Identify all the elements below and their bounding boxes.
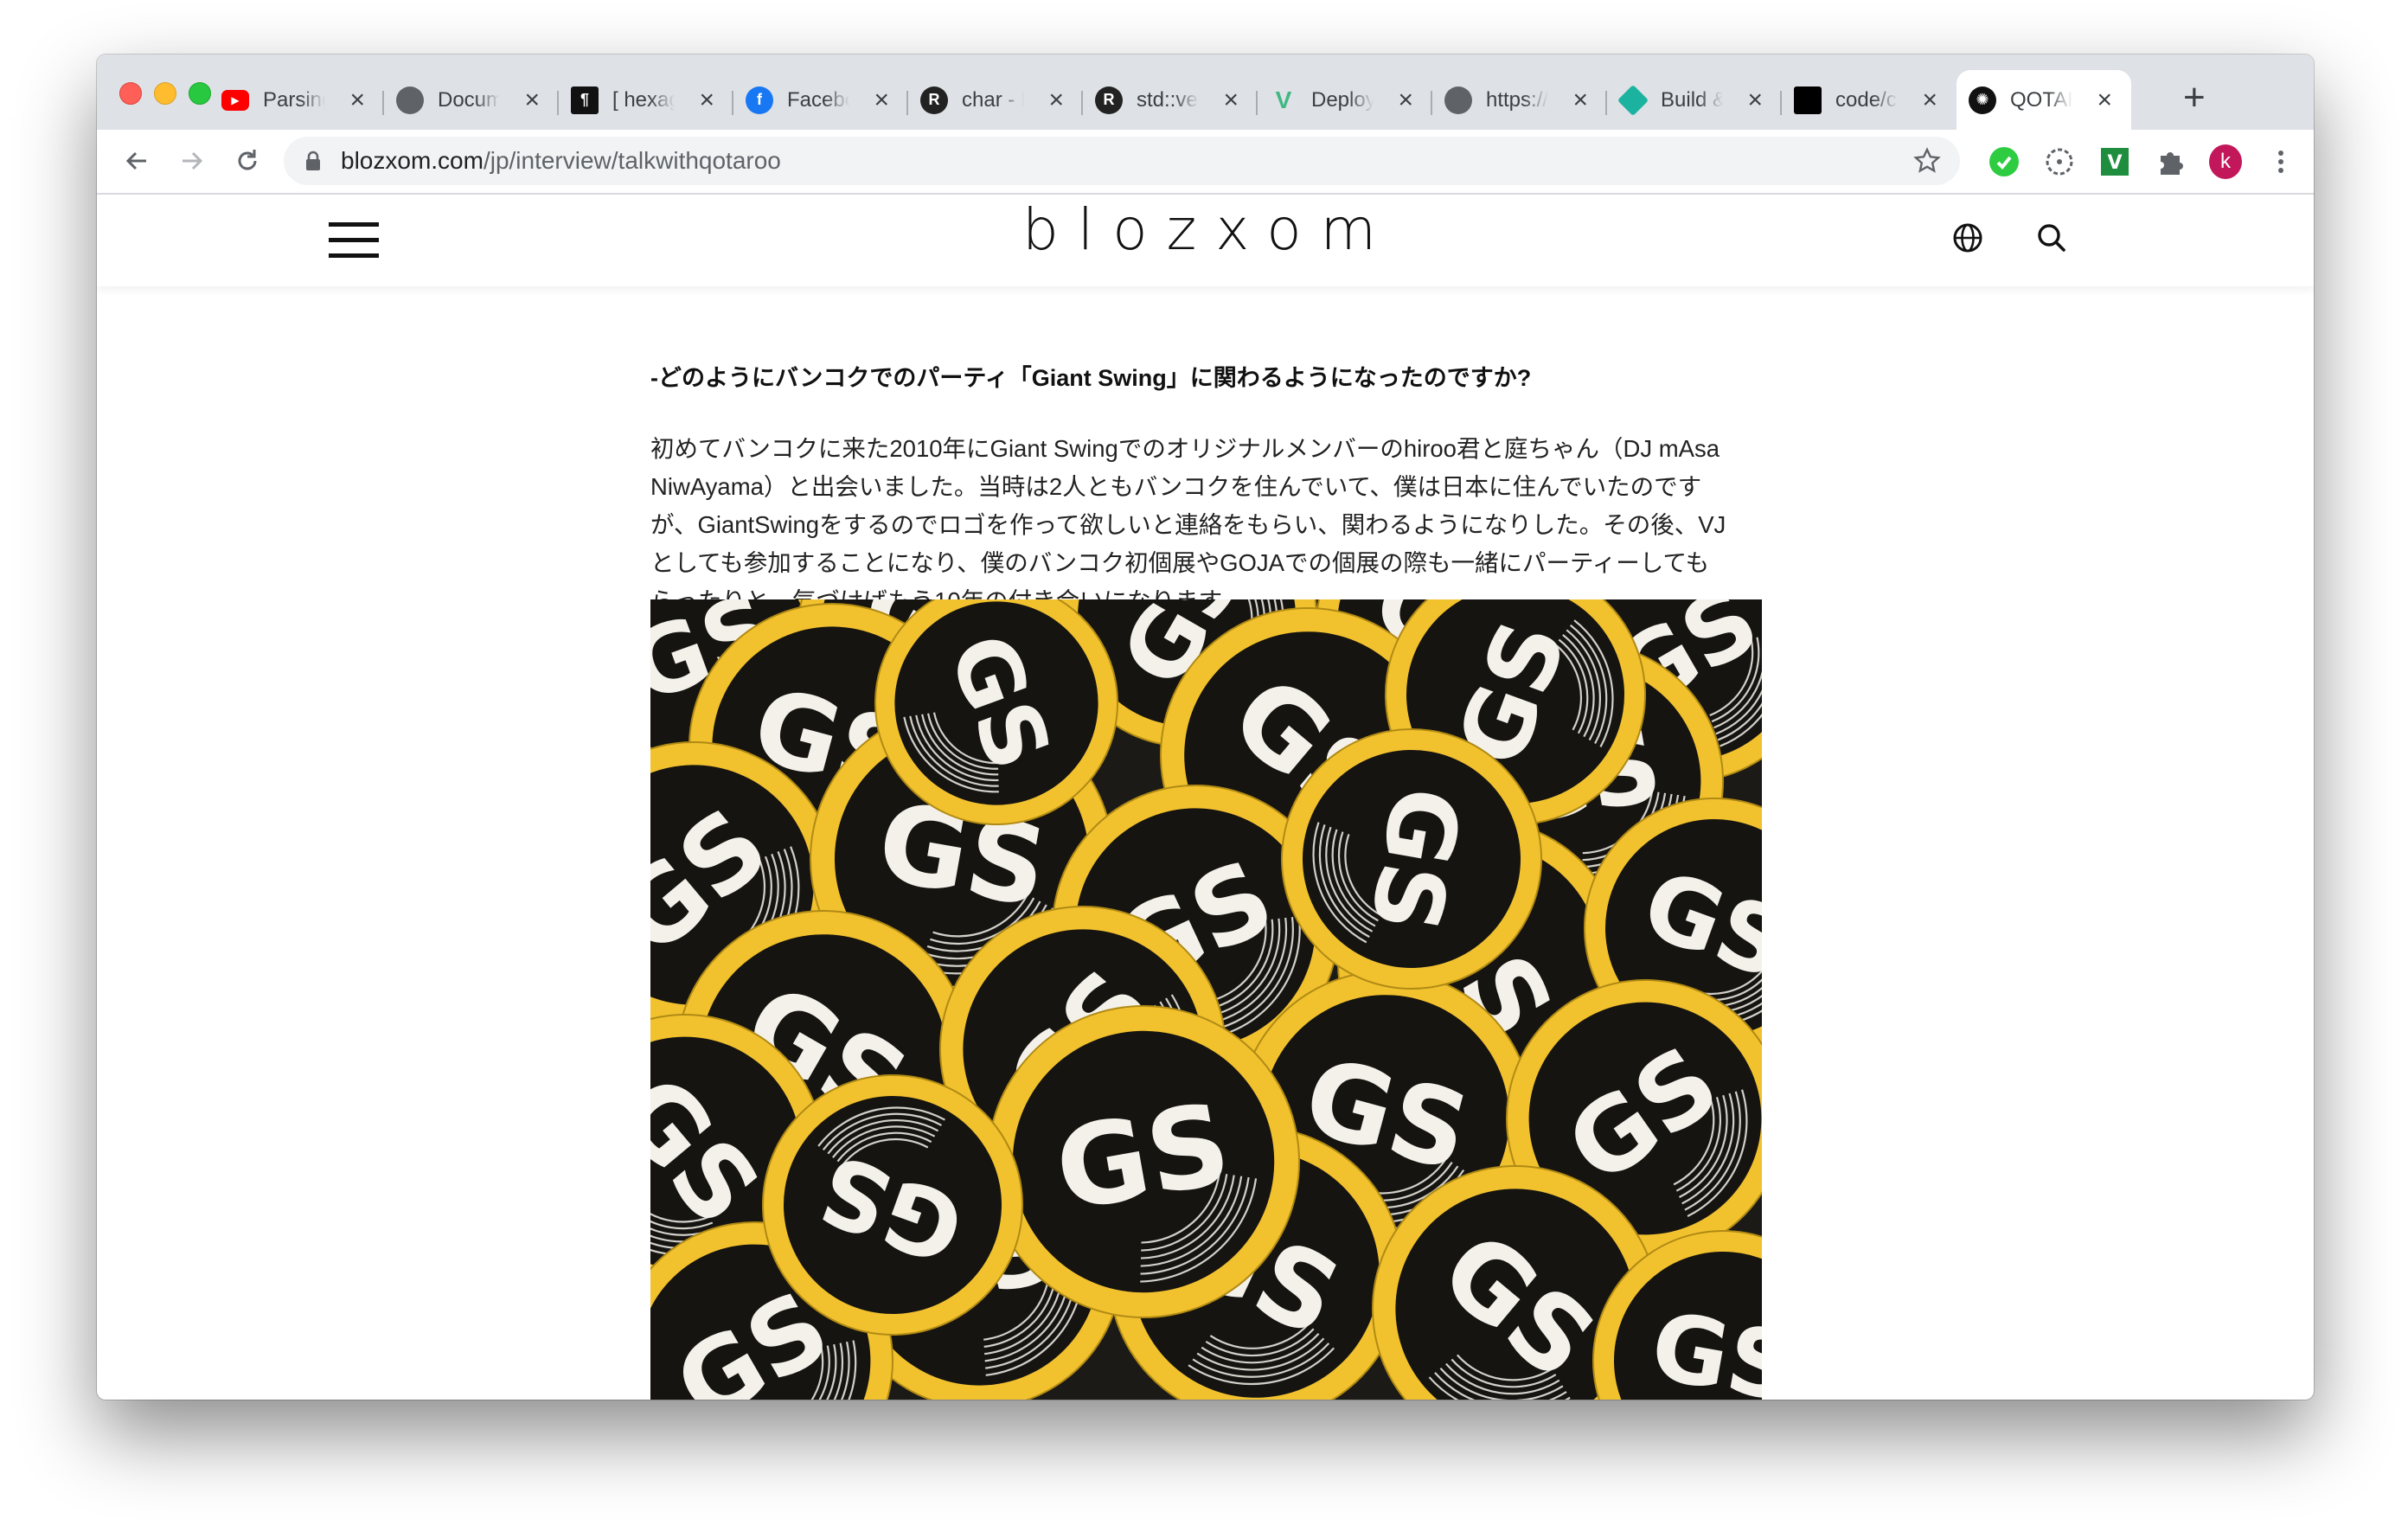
profile-avatar[interactable]: k <box>2209 144 2242 179</box>
tab-title: std::vec - Rust <box>1137 87 1199 112</box>
sticker-label: GS <box>1643 1292 1762 1400</box>
youtube-icon: ▶ <box>221 89 249 111</box>
square-icon <box>1794 86 1822 114</box>
url-text: blozxom.com/jp/interview/talkwithqotaroo <box>341 147 781 175</box>
reload-icon <box>238 150 257 170</box>
rust-icon: R <box>1095 86 1123 114</box>
globe-icon <box>1444 86 1472 114</box>
interview-answer: 初めてバンコクに来た2010年にGiant Swingでのオリジナルメンバーのh… <box>650 430 1762 620</box>
bookmark-star-icon[interactable] <box>1913 147 1941 175</box>
maximize-window-button[interactable] <box>189 82 211 105</box>
arrow-right-icon <box>183 151 203 170</box>
site-header: blozxom <box>97 195 2314 286</box>
tab-close-icon[interactable]: × <box>1048 87 1064 113</box>
tab-title: Parsing <box>263 87 325 112</box>
tab-close-icon[interactable]: × <box>1572 87 1588 113</box>
tab-strip: ▶ Parsing × Documentation × ¶ [ hexagonal × f Fac… <box>97 54 2314 130</box>
vue-icon: V <box>1275 86 1292 113</box>
globe-icon[interactable] <box>1950 221 1985 255</box>
new-tab-button[interactable]: + <box>2183 79 2206 117</box>
tab-close-icon[interactable]: × <box>524 87 540 113</box>
browser-toolbar: blozxom.com/jp/interview/talkwithqotaroo… <box>97 130 2314 195</box>
tab-title: Deploy <box>1311 87 1374 112</box>
extension-green-icon[interactable] <box>1988 145 2021 178</box>
extension-vim-icon[interactable]: V <box>2098 145 2131 178</box>
facebook-icon: f <box>746 86 773 114</box>
book-icon: ¶ <box>571 86 599 114</box>
url-host: blozxom.com <box>341 147 484 174</box>
tab-10[interactable]: ✺ QOTAROO × <box>1956 70 2131 130</box>
tab-close-icon[interactable]: × <box>349 87 365 113</box>
arrow-left-icon <box>125 151 146 170</box>
reload-button[interactable] <box>228 142 266 180</box>
tab-title: Facebook <box>787 87 849 112</box>
answer-line: が、GiantSwingをするのでロゴを作って欲しいと連絡をもらい、関わるように… <box>650 511 1726 538</box>
browser-window: ▶ Parsing × Documentation × ¶ [ hexagonal × f Fac… <box>97 54 2314 1400</box>
tab-9[interactable]: code/cells × <box>1782 70 1956 130</box>
lock-icon <box>306 151 320 170</box>
tab-7[interactable]: https:// × <box>1432 70 1607 130</box>
tab-6[interactable]: V Deploy × <box>1258 70 1432 130</box>
answer-line: NiwAyama）と出会いました。当時は2人ともバンコクを住んでいて、僕は日本に… <box>650 473 1702 500</box>
url-path: /jp/interview/talkwithqotaroo <box>483 147 781 174</box>
tab-8[interactable]: Build & Deploy × <box>1607 70 1782 130</box>
tab-close-icon[interactable]: × <box>1398 87 1413 113</box>
svg-text:V: V <box>2107 152 2122 174</box>
tab-title: char - Rust <box>962 87 1024 112</box>
tab-title: https:// <box>1486 87 1548 112</box>
search-icon[interactable] <box>2034 221 2069 255</box>
giant-swing-stickers-photo: GS GS GS GS GS GS GS GS GS GS GS GS GS GS GS GS GS GS GS GS… <box>650 599 1762 1400</box>
globe-icon <box>396 86 424 114</box>
tab-close-icon[interactable]: × <box>1922 87 1937 113</box>
close-window-button[interactable] <box>119 82 142 105</box>
tab-1[interactable]: Documentation × <box>384 70 559 130</box>
tab-title: [ hexagonal <box>612 87 675 112</box>
tab-close-icon[interactable]: × <box>1747 87 1763 113</box>
answer-line: としても参加することになり、僕のバンコク初個展やGOJAでの個展の際も一緒にパー… <box>650 549 1710 576</box>
tab-3[interactable]: f Facebook × <box>733 70 908 130</box>
tab-title: QOTAROO <box>2010 87 2072 112</box>
tab-close-icon[interactable]: × <box>874 87 889 113</box>
aperture-icon: ✺ <box>1969 86 1996 114</box>
profile-initial: k <box>2209 144 2242 179</box>
minimize-window-button[interactable] <box>154 82 176 105</box>
answer-line: 初めてバンコクに来た2010年にGiant Swingでのオリジナルメンバーのh… <box>650 435 1720 462</box>
tab-close-icon[interactable]: × <box>699 87 714 113</box>
tab-2[interactable]: ¶ [ hexagonal × <box>559 70 733 130</box>
interview-question: -どのようにバンコクでのパーティ「Giant Swing」に関わるようになったの… <box>650 365 1532 391</box>
tab-5[interactable]: Rstd::vec - Rust × <box>1083 70 1258 130</box>
extension-dashed-circle-icon[interactable] <box>2043 145 2076 178</box>
puzzle-extensions-icon[interactable] <box>2154 145 2187 178</box>
site-logo[interactable]: blozxom <box>1022 196 1386 263</box>
diamond-icon <box>1617 84 1649 116</box>
rust-icon: R <box>920 86 948 114</box>
tab-4[interactable]: Rchar - Rust × <box>908 70 1083 130</box>
tab-0[interactable]: ▶ Parsing × <box>209 70 384 130</box>
stickers-illustration: GS GSGS GSGS GS GS GSGS GS GSGSGS GSGS GSGSGS GSGS… <box>650 599 1762 1400</box>
back-button[interactable] <box>118 142 156 180</box>
browser-menu-button[interactable] <box>2264 145 2297 178</box>
tab-close-icon[interactable]: × <box>1223 87 1239 113</box>
address-bar[interactable]: blozxom.com/jp/interview/talkwithqotaroo <box>284 137 1960 185</box>
tab-close-icon[interactable]: × <box>2097 87 2112 113</box>
kebab-menu-icon <box>2278 151 2283 173</box>
tab-title: Build & Deploy <box>1661 87 1723 112</box>
tab-title: Documentation <box>438 87 500 112</box>
forward-button[interactable] <box>173 142 211 180</box>
tab-title: code/cells <box>1835 87 1898 112</box>
hamburger-menu-icon[interactable] <box>329 222 379 259</box>
